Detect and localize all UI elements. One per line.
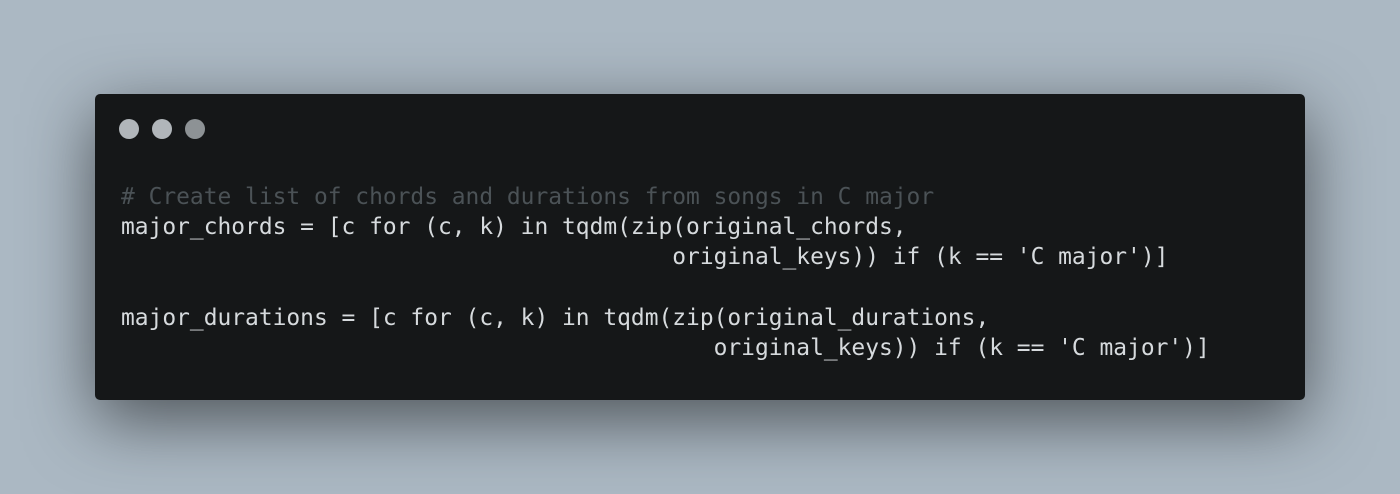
code-line-2: original_keys)) if (k == 'C major')]	[121, 244, 1169, 271]
code-window: # Create list of chords and durations fr…	[95, 94, 1305, 400]
code-line-4: major_durations = [c for (c, k) in tqdm(…	[121, 304, 990, 331]
code-block: # Create list of chords and durations fr…	[121, 182, 1210, 363]
code-line-comment: # Create list of chords and durations fr…	[121, 184, 935, 210]
code-line-1: major_chords = [c for (c, k) in tqdm(zip…	[121, 214, 907, 241]
window-controls	[119, 119, 205, 139]
zoom-dot-icon[interactable]	[185, 119, 205, 139]
code-line-5: original_keys)) if (k == 'C major')]	[121, 334, 1210, 361]
close-dot-icon[interactable]	[119, 119, 139, 139]
minimize-dot-icon[interactable]	[152, 119, 172, 139]
